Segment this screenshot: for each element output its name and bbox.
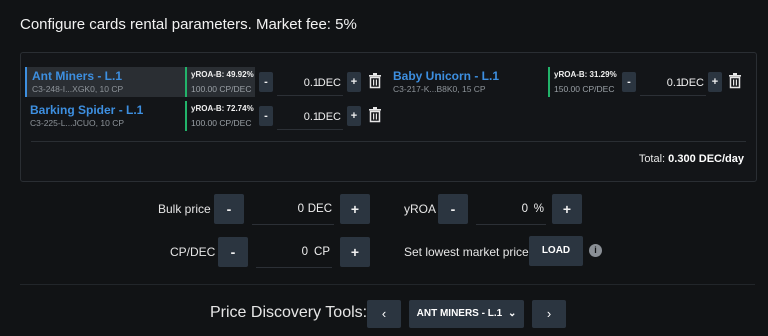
total-value: 0.300 DEC/day: [668, 153, 744, 165]
next-card-button[interactable]: ›: [532, 300, 566, 328]
info-icon[interactable]: i: [589, 244, 602, 257]
price-value: 0.1: [666, 77, 682, 89]
increase-button[interactable]: +: [347, 72, 361, 92]
price-unit: DEC: [317, 77, 341, 89]
card-id: C3-248-I...XGK0, 10 CP: [32, 84, 124, 94]
page-title: Configure cards rental parameters. Marke…: [20, 16, 357, 33]
roa-label: yROA-B: 31.29%: [554, 70, 617, 79]
bulk-price-label: Bulk price: [158, 202, 211, 216]
price-value: 0.1: [303, 111, 319, 123]
cards-panel: Ant Miners - L.1 C3-248-I...XGK0, 10 CP …: [20, 52, 757, 182]
card-row-baby-unicorn[interactable]: Baby Unicorn - L.1 C3-217-K...B8K0, 15 C…: [388, 67, 750, 97]
price-unit: DEC: [317, 111, 341, 123]
card-row-barking-spider[interactable]: Barking Spider - L.1 C3-225-L...JCUO, 10…: [25, 101, 387, 131]
card-info: Barking Spider - L.1 C3-225-L...JCUO, 10…: [25, 101, 183, 131]
card-id: C3-217-K...B8K0, 15 CP: [393, 84, 486, 94]
yroa-value: 0: [521, 203, 528, 215]
decrease-button[interactable]: -: [622, 72, 636, 92]
roa-box: yROA-B: 49.92% 100.00 CP/DEC: [185, 67, 255, 97]
chevron-right-icon: ›: [546, 306, 552, 321]
bulk-price-decrease-button[interactable]: -: [214, 194, 244, 224]
total-label: Total:: [638, 153, 666, 165]
card-info: Baby Unicorn - L.1 C3-217-K...B8K0, 15 C…: [388, 67, 546, 97]
yroa-decrease-button[interactable]: -: [438, 194, 468, 224]
decrease-button[interactable]: -: [259, 106, 273, 126]
bulk-price-input[interactable]: 0 DEC: [252, 194, 334, 225]
yroa-unit: %: [533, 203, 544, 215]
cp-dec-unit: CP: [314, 246, 330, 258]
roa-label: yROA-B: 72.74%: [191, 104, 254, 113]
decrease-button[interactable]: -: [259, 72, 273, 92]
trash-icon[interactable]: [728, 73, 742, 89]
card-name[interactable]: Ant Miners - L.1: [32, 69, 122, 83]
price-input[interactable]: 0.1 DEC: [277, 103, 343, 130]
card-select-dropdown[interactable]: ANT MINERS - L.1 ⌄: [409, 300, 524, 328]
yroa-increase-button[interactable]: +: [552, 194, 582, 224]
chevron-left-icon: ‹: [381, 306, 387, 321]
trash-icon[interactable]: [368, 73, 382, 89]
cp-dec-increase-button[interactable]: +: [340, 237, 370, 267]
price-input[interactable]: 0.1 DEC: [640, 69, 706, 96]
bulk-price-increase-button[interactable]: +: [340, 194, 370, 224]
increase-button[interactable]: +: [708, 72, 722, 92]
panel-divider: [31, 141, 746, 142]
selected-card-label: ANT MINERS - L.1: [416, 308, 503, 319]
cp-dec-decrease-button[interactable]: -: [218, 237, 248, 267]
roa-label: yROA-B: 49.92%: [191, 70, 254, 79]
roa-box: yROA-B: 31.29% 150.00 CP/DEC: [548, 67, 618, 97]
cp-dec-value: 0: [301, 246, 308, 258]
card-name[interactable]: Barking Spider - L.1: [30, 103, 143, 117]
prev-card-button[interactable]: ‹: [367, 300, 401, 328]
chevron-down-icon: ⌄: [507, 308, 517, 319]
yroa-label: yROA: [404, 202, 437, 216]
lowest-market-price-label: Set lowest market price: [404, 245, 529, 259]
cp-price: 100.00 CP/DEC: [191, 118, 252, 128]
price-discovery-label: Price Discovery Tools:: [210, 304, 368, 321]
cp-price: 150.00 CP/DEC: [554, 84, 615, 94]
card-info: Ant Miners - L.1 C3-248-I...XGK0, 10 CP: [25, 67, 185, 97]
yroa-input[interactable]: 0 %: [476, 194, 546, 225]
card-row-ant-miners[interactable]: Ant Miners - L.1 C3-248-I...XGK0, 10 CP …: [25, 67, 387, 97]
card-id: C3-225-L...JCUO, 10 CP: [30, 118, 125, 128]
cp-price: 100.00 CP/DEC: [191, 84, 252, 94]
cp-dec-input[interactable]: 0 CP: [256, 237, 332, 268]
card-name[interactable]: Baby Unicorn - L.1: [393, 69, 499, 83]
bulk-price-unit: DEC: [307, 203, 332, 215]
total-summary: Total: 0.300 DEC/day: [639, 153, 744, 165]
roa-box: yROA-B: 72.74% 100.00 CP/DEC: [185, 101, 255, 131]
section-divider: [20, 284, 755, 285]
price-unit: DEC: [680, 77, 704, 89]
load-button[interactable]: LOAD: [529, 236, 583, 266]
bulk-price-value: 0: [297, 203, 304, 215]
price-value: 0.1: [303, 77, 319, 89]
cp-dec-label: CP/DEC: [170, 245, 216, 259]
price-input[interactable]: 0.1 DEC: [277, 69, 343, 96]
trash-icon[interactable]: [368, 107, 382, 123]
increase-button[interactable]: +: [347, 106, 361, 126]
